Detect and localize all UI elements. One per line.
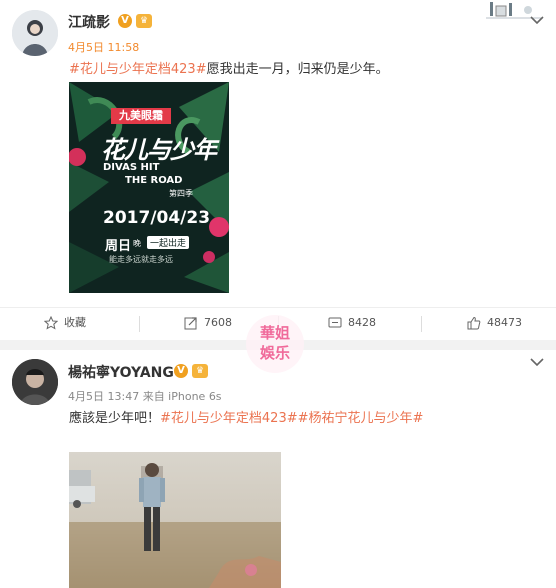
post-body: 愿我出走一月，归来仍是少年。 xyxy=(206,62,389,77)
verified-badge-icon: V xyxy=(174,364,188,378)
chevron-down-icon[interactable] xyxy=(530,358,544,366)
divider xyxy=(139,316,140,332)
member-crown-icon: ♛ xyxy=(192,364,208,378)
poster-subtitle-1: DIVAS HIT xyxy=(103,162,160,173)
comment-icon xyxy=(328,317,342,328)
post-timestamp[interactable]: 4月5日 11:58 xyxy=(68,39,139,55)
post-text: 應該是少年吧！#花儿与少年定档423##杨祐宁花儿与少年# xyxy=(69,407,423,426)
favorite-label: 收藏 xyxy=(64,316,86,329)
comment-button[interactable]: 8428 xyxy=(328,308,376,338)
watermark-line1: 華姐 xyxy=(259,324,290,342)
avatar[interactable] xyxy=(12,10,58,56)
thumbs-up-icon xyxy=(467,316,481,330)
comment-count: 8428 xyxy=(348,316,376,329)
repost-count: 7608 xyxy=(204,316,232,329)
poster-tagline: 一起出走 xyxy=(147,236,190,249)
hashtag-link[interactable]: #花儿与少年定档423# xyxy=(160,411,298,426)
repost-icon xyxy=(184,317,197,330)
photo-scene xyxy=(69,452,281,588)
like-button[interactable]: 48473 xyxy=(467,308,522,338)
avatar[interactable] xyxy=(12,359,58,405)
poster-season: 第四季 xyxy=(169,189,193,198)
like-count: 48473 xyxy=(487,316,522,329)
poster-brand: 九美眼霜 xyxy=(119,109,163,122)
username[interactable]: 楊祐寧YOYANG xyxy=(68,362,174,382)
poster-slogan: 能走多远就走多远 xyxy=(109,255,173,264)
repost-button[interactable]: 7608 xyxy=(184,308,232,338)
poster-time-label: 晚 xyxy=(133,239,141,248)
favorite-button[interactable]: 收藏 xyxy=(44,308,86,338)
hashtag-link[interactable]: #花儿与少年定档423# xyxy=(69,62,207,77)
hashtag-link[interactable]: #杨祐宁花儿与少年# xyxy=(298,411,424,426)
star-icon xyxy=(44,316,58,330)
divider xyxy=(421,316,422,332)
post-text: #花儿与少年定档423#愿我出走一月，归来仍是少年。 xyxy=(69,58,389,77)
post-timestamp[interactable]: 4月5日 13:47 来自 iPhone 6s xyxy=(68,388,222,404)
poster-subtitle-2: THE ROAD xyxy=(125,175,183,186)
poster-day: 周日 xyxy=(105,239,132,254)
member-crown-icon: ♛ xyxy=(136,14,152,28)
username[interactable]: 江疏影 xyxy=(68,12,110,32)
poster-date: 2017/04/23 xyxy=(103,208,211,228)
post-body: 應該是少年吧！ xyxy=(69,411,161,426)
poster-title: 花儿与少年 xyxy=(101,136,217,164)
post-image-poster[interactable]: 九美眼霜 花儿与少年 DIVAS HIT THE ROAD 第四季 2017/0… xyxy=(69,82,229,293)
chevron-down-icon[interactable] xyxy=(530,16,544,24)
post-image-photo[interactable] xyxy=(69,452,281,588)
weibo-post-1: 江疏影 V ♛ 4月5日 11:58 #花儿与少年定档423#愿我出走一月，归来… xyxy=(0,0,556,340)
verified-badge-icon: V xyxy=(118,14,132,28)
